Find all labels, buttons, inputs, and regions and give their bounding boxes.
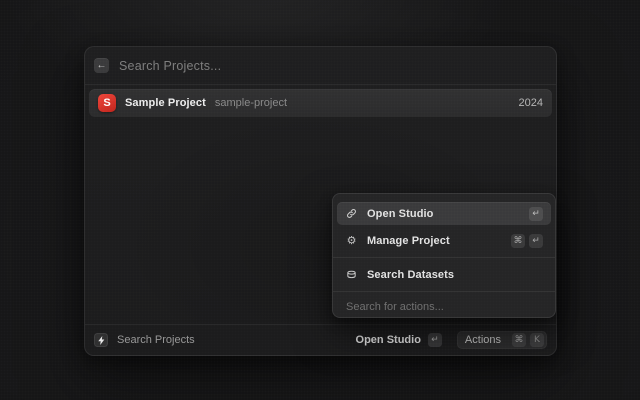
enter-key-badge: ↵ [428,333,442,347]
link-icon [345,208,358,219]
enter-key-badge: ↵ [529,234,543,248]
search-projects-input[interactable]: Search Projects... [119,59,221,73]
actions-menu-button[interactable]: Actions ⌘ K [457,331,547,349]
project-result-row[interactable]: S Sample Project sample-project 2024 [89,89,552,117]
footer-actions: Open Studio ↵ Actions ⌘ K [356,331,547,349]
palette-header: ← Search Projects... [85,47,556,85]
database-icon [345,269,358,280]
primary-action-button[interactable]: Open Studio [356,334,421,346]
project-logo: S [98,94,116,112]
menu-divider [333,257,555,258]
actions-label: Actions [465,334,501,346]
k-key-badge: K [530,333,544,347]
menu-divider [333,291,555,292]
cmd-key-badge: ⌘ [511,234,525,248]
project-slug: sample-project [215,97,287,109]
actions-search-input[interactable]: Search for actions... [333,297,555,317]
menu-item-label: Open Studio [367,208,433,220]
footer-context-label: Search Projects [117,334,195,346]
app-logo [94,333,108,347]
menu-item-label: Manage Project [367,235,450,247]
menu-item-manage-project[interactable]: ⚙ Manage Project ⌘ ↵ [337,229,551,252]
actions-popup: Open Studio ↵ ⚙ Manage Project ⌘ ↵ Searc… [332,193,556,318]
cmd-key-badge: ⌘ [512,333,526,347]
enter-key-badge: ↵ [529,207,543,221]
menu-item-search-datasets[interactable]: Search Datasets [337,263,551,286]
palette-footer: Search Projects Open Studio ↵ Actions ⌘ … [85,324,556,355]
project-logo-letter: S [103,97,110,109]
back-button[interactable]: ← [94,58,109,73]
project-year: 2024 [519,97,543,109]
project-title: Sample Project [125,97,206,109]
arrow-left-icon: ← [97,61,107,71]
lightning-bolt-icon [98,336,105,345]
menu-item-label: Search Datasets [367,269,454,281]
menu-item-open-studio[interactable]: Open Studio ↵ [337,202,551,225]
gear-icon: ⚙ [345,235,358,246]
